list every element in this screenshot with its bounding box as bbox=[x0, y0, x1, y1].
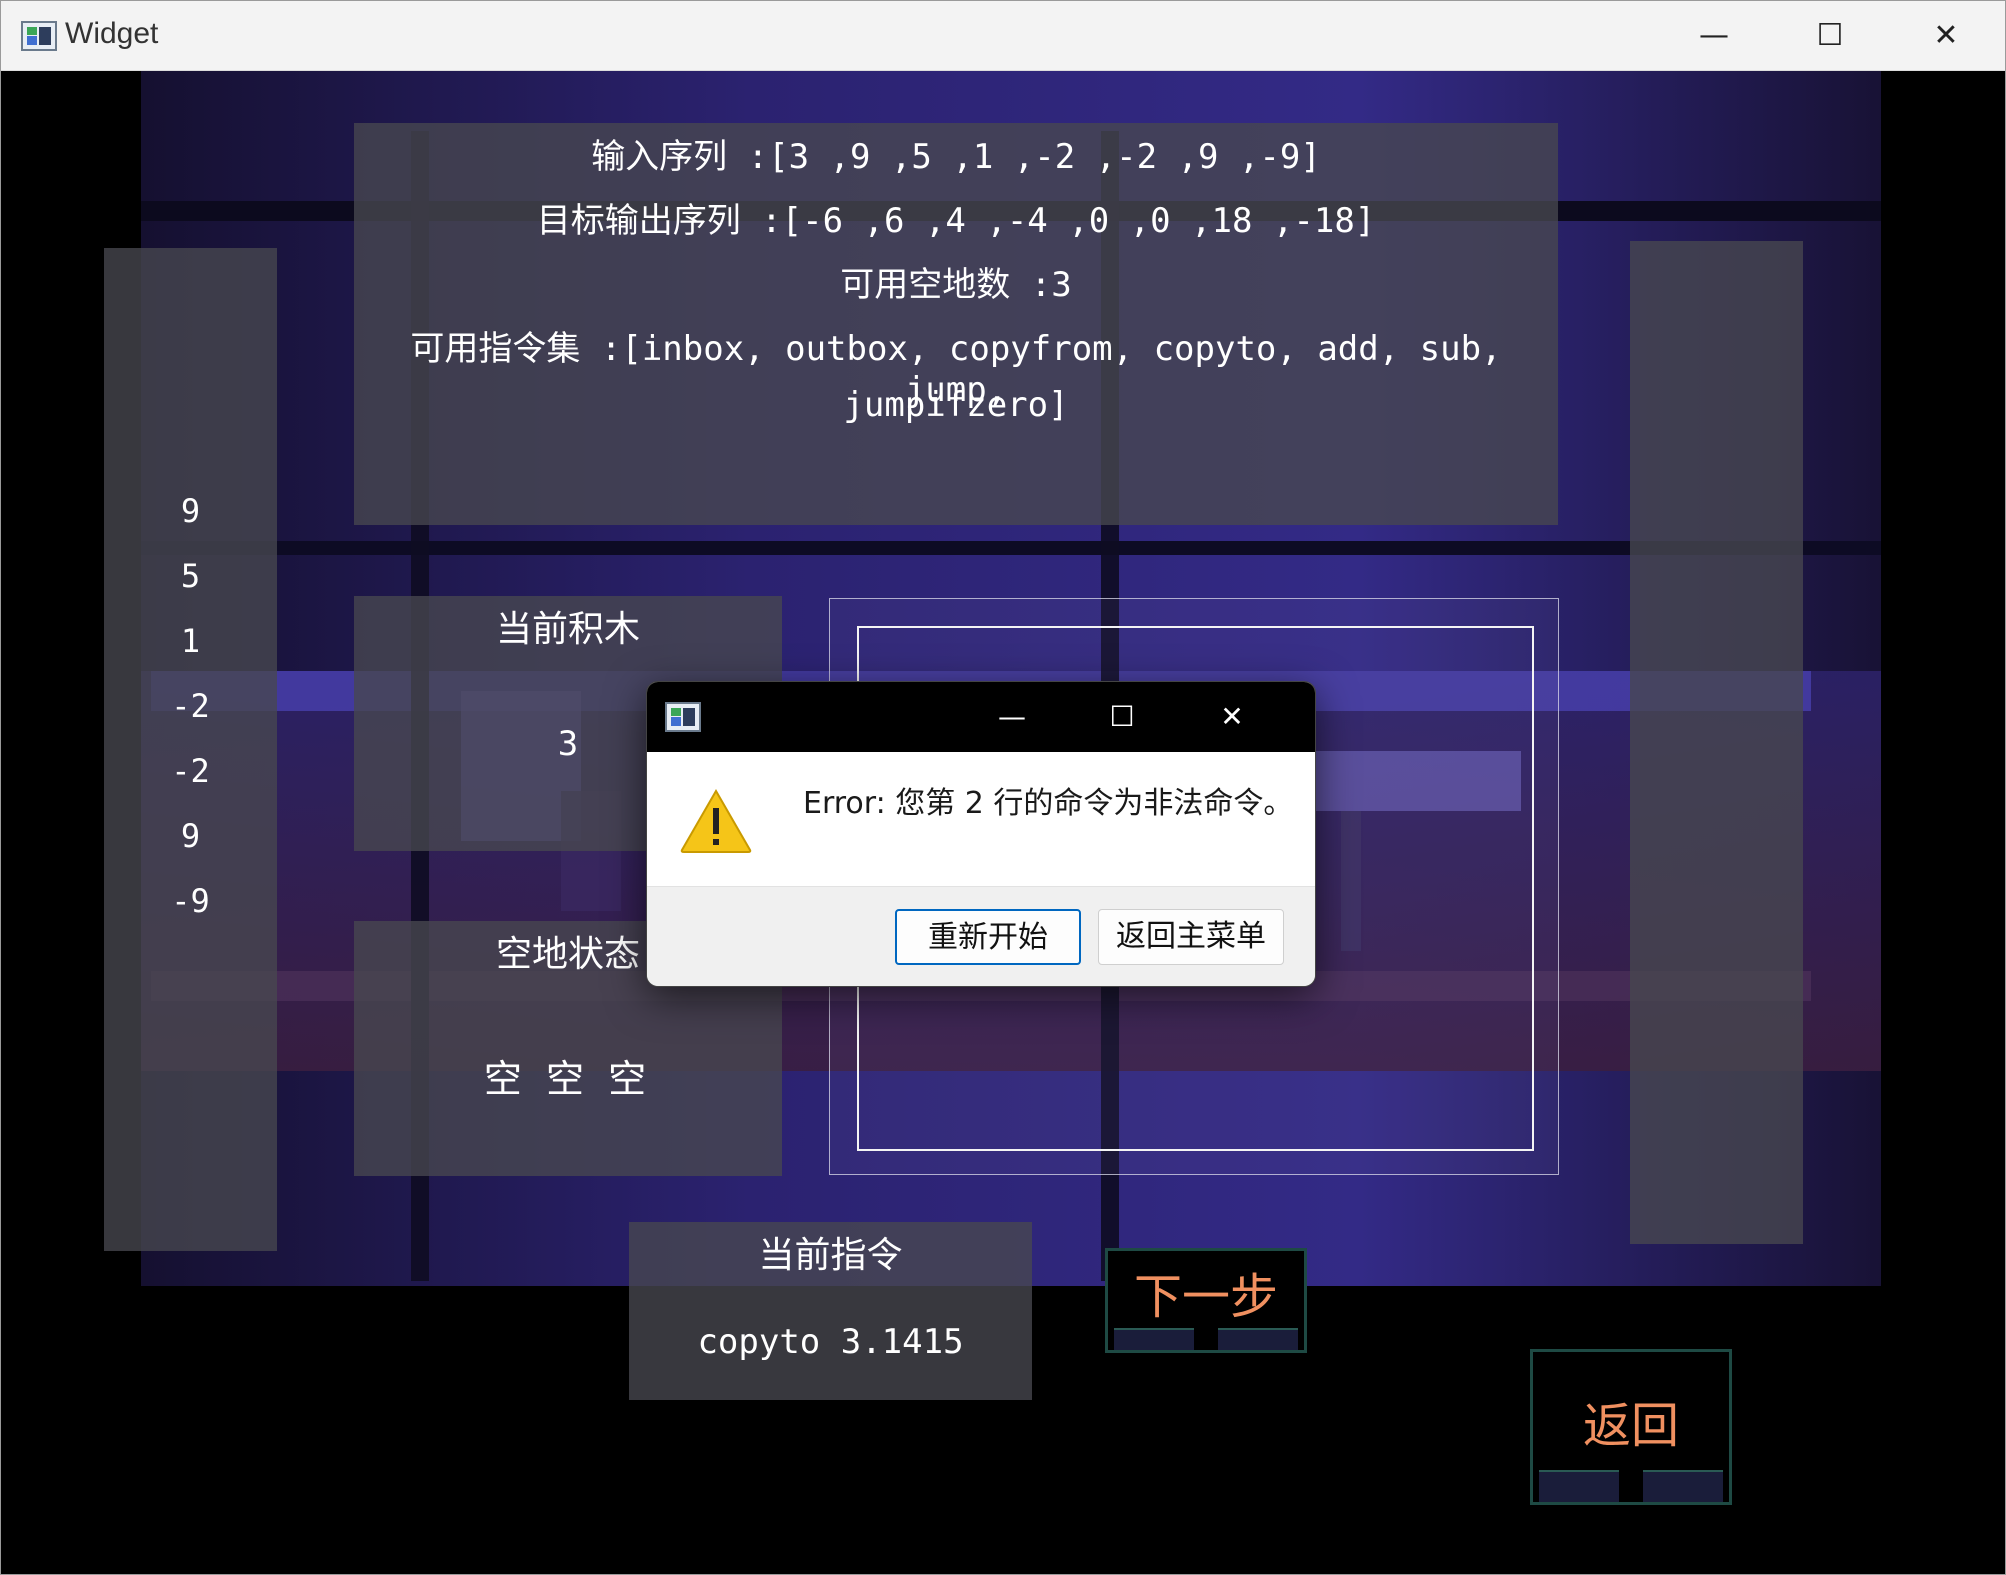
input-item: 1 bbox=[180, 622, 201, 660]
instruction-set-text-cont: jumpifzero] bbox=[843, 385, 1069, 425]
ground-cell: 空 bbox=[483, 1057, 528, 1101]
dialog-title-bar: — ☐ ✕ bbox=[647, 682, 1315, 752]
input-item: 9 bbox=[180, 492, 201, 530]
target-output-text: 目标输出序列 :[-6 ,6 ,4 ,-4 ,0 ,0 ,18 ,-18] bbox=[536, 201, 1376, 241]
input-item: -9 bbox=[171, 882, 210, 920]
next-step-label: 下一步 bbox=[1133, 1269, 1278, 1325]
current-command-value: copyto 3.1415 bbox=[697, 1322, 964, 1362]
input-conveyor: 9 5 1 -2 -2 9 -9 bbox=[104, 248, 277, 1251]
title-bar: Widget — ☐ ✕ bbox=[1, 1, 2005, 71]
input-item: 5 bbox=[180, 557, 201, 595]
input-item: -2 bbox=[171, 752, 210, 790]
maximize-button[interactable]: ☐ bbox=[1772, 1, 1888, 71]
back-label: 返回 bbox=[1582, 1398, 1679, 1454]
output-conveyor bbox=[1630, 241, 1803, 1244]
ground-cells: 空 空 空 bbox=[354, 1048, 782, 1103]
button-foot bbox=[1643, 1470, 1723, 1502]
ground-cell: 空 bbox=[545, 1057, 590, 1101]
app-icon bbox=[21, 21, 57, 51]
input-item: 9 bbox=[180, 817, 201, 855]
main-window: Widget — ☐ ✕ 输入序列:[3 ,9 ,5 ,1 ,-2 ,-2 ,… bbox=[0, 0, 2006, 1575]
warning-icon bbox=[680, 788, 752, 853]
dialog-close-button[interactable]: ✕ bbox=[1177, 682, 1287, 752]
restart-button[interactable]: 重新开始 bbox=[895, 909, 1081, 965]
input-item: -2 bbox=[171, 687, 210, 725]
dialog-minimize-button[interactable]: — bbox=[957, 682, 1067, 752]
window-title: Widget bbox=[65, 17, 159, 50]
available-spaces-text: 可用空地数 :3 bbox=[840, 265, 1072, 305]
level-info-panel: 输入序列 :[3 ,9 ,5 ,1 ,-2 ,-2 ,9 ,-9] 目标输出序列… bbox=[354, 123, 1558, 525]
minimize-button[interactable]: — bbox=[1656, 1, 1772, 71]
game-scene: 输入序列 :[3 ,9 ,5 ,1 ,-2 ,-2 ,9 ,-9] 目标输出序列… bbox=[1, 71, 2005, 1574]
back-button[interactable]: 返回 bbox=[1530, 1349, 1732, 1505]
dialog-maximize-button[interactable]: ☐ bbox=[1067, 682, 1177, 752]
app-icon bbox=[665, 702, 701, 732]
current-block-heading: 当前积木 bbox=[495, 609, 640, 650]
close-button[interactable]: ✕ bbox=[1888, 1, 2004, 71]
current-command-panel: 当前指令 copyto 3.1415 bbox=[629, 1222, 1032, 1400]
button-foot bbox=[1218, 1328, 1298, 1350]
main-menu-button[interactable]: 返回主菜单 bbox=[1098, 909, 1284, 965]
ground-cell: 空 bbox=[608, 1057, 653, 1101]
input-sequence-text: 输入序列 :[3 ,9 ,5 ,1 ,-2 ,-2 ,9 ,-9] bbox=[591, 137, 1321, 177]
next-step-button[interactable]: 下一步 bbox=[1105, 1248, 1307, 1353]
dialog-body: Error: 您第 2 行的命令为非法命令。 bbox=[647, 752, 1315, 886]
button-foot bbox=[1114, 1328, 1194, 1350]
dialog-footer: 重新开始 返回主菜单 bbox=[647, 886, 1315, 986]
error-dialog: — ☐ ✕ Error: 您第 2 行的命令为非法命令。 重新开始 返回主菜单 bbox=[646, 681, 1316, 987]
button-foot bbox=[1539, 1470, 1619, 1502]
current-command-heading: 当前指令 bbox=[758, 1235, 903, 1276]
error-message: Error: 您第 2 行的命令为非法命令。 bbox=[803, 786, 1294, 821]
